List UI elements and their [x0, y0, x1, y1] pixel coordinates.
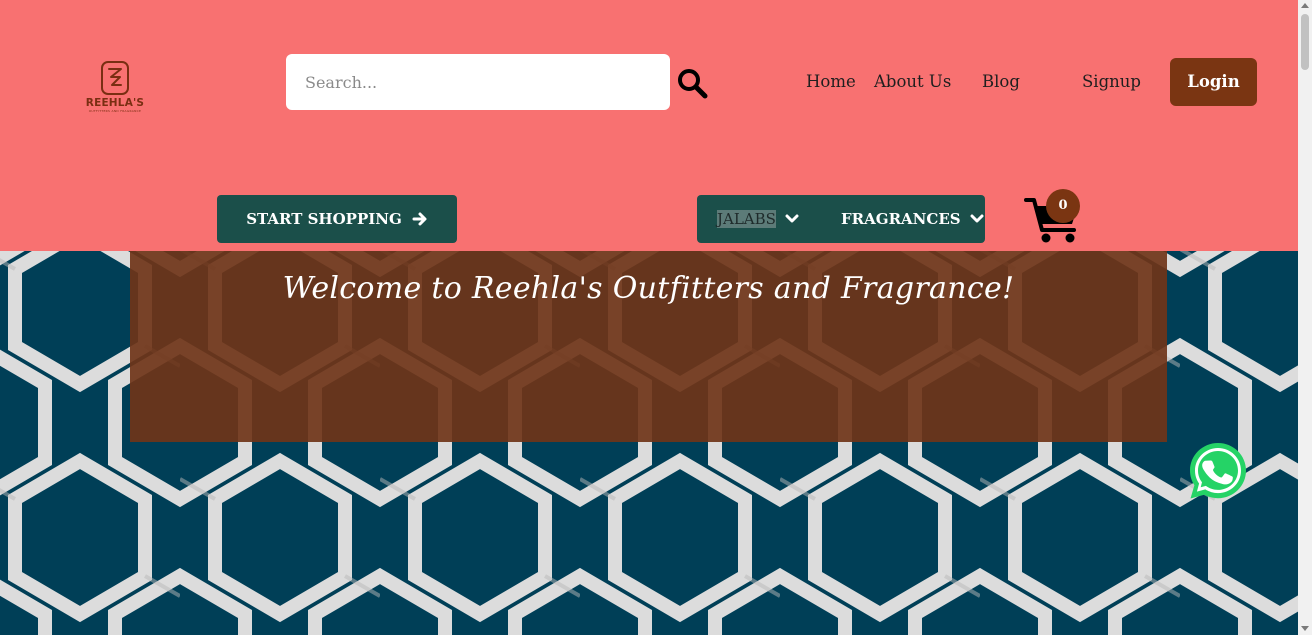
login-button[interactable]: Login: [1170, 58, 1257, 106]
scroll-down-arrow[interactable]: [1301, 626, 1309, 631]
page-scrollbar[interactable]: [1298, 0, 1312, 635]
arrow-right-icon: [412, 212, 427, 226]
search-icon: [678, 69, 708, 99]
nav-signup-link[interactable]: Signup: [1082, 72, 1141, 91]
category-menu: JALABS FRAGRANCES: [697, 195, 985, 243]
chevron-down-icon: [785, 214, 799, 223]
category-fragrances-label: FRAGRANCES: [841, 210, 961, 228]
cart-count-badge: 0: [1046, 189, 1080, 223]
search-button[interactable]: [676, 67, 708, 99]
category-fragrances-dropdown[interactable]: FRAGRANCES: [841, 208, 984, 230]
nav-home-link[interactable]: Home: [806, 72, 856, 91]
brand-logo[interactable]: REEHLA'S OUTFITTERS AND FRAGRANCE: [84, 60, 146, 118]
category-jalabs-label: JALABS: [717, 210, 776, 228]
scroll-up-arrow[interactable]: [1301, 3, 1309, 8]
logo-mark-icon: [101, 61, 129, 95]
welcome-heading: Welcome to Reehla's Outfitters and Fragr…: [282, 271, 1015, 306]
whatsapp-button[interactable]: [1186, 439, 1250, 503]
logo-tagline: OUTFITTERS AND FRAGRANCE: [88, 109, 142, 113]
nav-about-link[interactable]: About Us: [874, 72, 951, 91]
whatsapp-icon: [1190, 443, 1246, 499]
scroll-thumb[interactable]: [1301, 14, 1309, 70]
page: REEHLA'S OUTFITTERS AND FRAGRANCE Home A…: [0, 0, 1298, 635]
category-jalabs-dropdown[interactable]: JALABS: [717, 208, 799, 230]
site-header: REEHLA'S OUTFITTERS AND FRAGRANCE Home A…: [0, 0, 1298, 251]
start-shopping-button[interactable]: START SHOPPING: [217, 195, 457, 243]
start-shopping-label: START SHOPPING: [246, 210, 402, 228]
welcome-panel: Welcome to Reehla's Outfitters and Fragr…: [130, 251, 1167, 442]
nav-blog-link[interactable]: Blog: [982, 72, 1020, 91]
chevron-down-icon: [970, 214, 984, 223]
logo-wordmark: REEHLA'S: [85, 97, 145, 109]
search-input[interactable]: [286, 54, 670, 110]
